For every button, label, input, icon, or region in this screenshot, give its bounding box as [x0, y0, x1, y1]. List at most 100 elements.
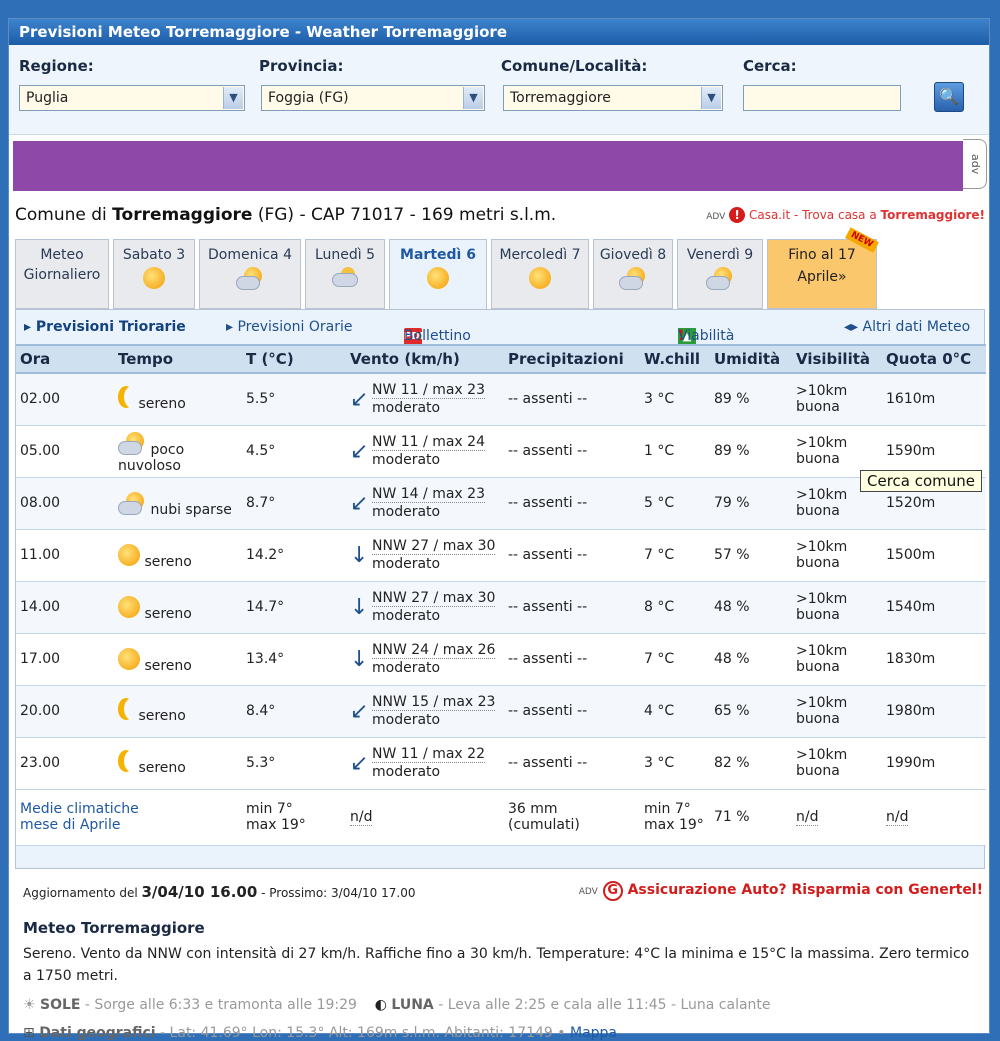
medie-prec: 36 mm (cumulati) — [504, 789, 640, 846]
link-previsioni-triorarie[interactable]: ▸ Previsioni Triorarie — [24, 319, 186, 335]
tab-fino-al-17[interactable]: NEW Fino al 17 Aprile» — [767, 227, 879, 309]
cell-prec: -- assenti -- — [504, 477, 640, 530]
widget-title: Previsioni Meteo Torremaggiore - Weather… — [9, 19, 989, 45]
tab-label: Venerdì 9 — [686, 247, 754, 263]
genertel-ad[interactable]: ADV G Assicurazione Auto? Risparmia con … — [579, 881, 983, 901]
search-button[interactable]: 🔍 — [934, 82, 964, 112]
medie-temp: min 7° max 19° — [242, 789, 346, 846]
viabilita-label: Viabilità — [678, 328, 735, 344]
tab-meteo-giornaliero[interactable]: Meteo Giornaliero — [15, 239, 109, 309]
tab-label: Giornaliero — [23, 267, 101, 283]
cell-visibilita: >10km buona — [792, 529, 882, 582]
cell-quota: 1830m — [882, 633, 986, 686]
day-tabs: Meteo Giornaliero Sabato 3 Domenica 4 Lu… — [15, 227, 985, 311]
tempo-text: sereno — [144, 554, 192, 570]
vis-distance: >10km — [796, 591, 848, 607]
tab-sabato[interactable]: Sabato 3 — [113, 239, 195, 309]
wind-speed: NNW 27 / max 30 — [372, 590, 496, 607]
update-info: Aggiornamento del 3/04/10 16.00 - Prossi… — [23, 883, 416, 901]
cell-wchill: 3 °C — [640, 373, 710, 426]
cell-vento: ↓ NNW 27 / max 30 moderato — [346, 581, 504, 634]
tab-domenica[interactable]: Domenica 4 — [199, 239, 301, 309]
vis-quality: buona — [796, 711, 840, 727]
cell-tempo: sereno — [114, 737, 242, 790]
cell-quota: 1540m — [882, 581, 986, 634]
wind-speed: NNW 27 / max 30 — [372, 538, 496, 555]
col-visibilita: Visibilità — [792, 344, 882, 374]
tab-label: Sabato 3 — [122, 247, 186, 263]
wind-speed: NW 14 / max 23 — [372, 486, 485, 503]
search-input[interactable] — [743, 85, 901, 111]
tab-venerdi[interactable]: Venerdì 9 — [677, 239, 763, 309]
chevron-down-icon[interactable]: ▼ — [701, 87, 721, 109]
comune-header: Comune di Torremaggiore (FG) - CAP 71017… — [15, 205, 556, 225]
provincia-value: Foggia (FG) — [268, 90, 349, 106]
link-altri-dati[interactable]: ◂▸ Altri dati Meteo — [844, 319, 970, 335]
vis-distance: >10km — [796, 643, 848, 659]
partly-cloudy-icon — [706, 267, 734, 290]
regione-select[interactable]: Puglia ▼ — [19, 85, 245, 111]
cell-wchill: 7 °C — [640, 633, 710, 686]
cell-visibilita: >10km buona — [792, 685, 882, 738]
cell-visibilita: >10km buona — [792, 373, 882, 426]
wind-desc: moderato — [372, 504, 441, 520]
link-previsioni-orarie[interactable]: ▸ Previsioni Orarie — [226, 319, 353, 335]
vis-distance: >10km — [796, 695, 848, 711]
medie-link[interactable]: Medie climatiche — [20, 801, 139, 817]
provincia-select[interactable]: Foggia (FG) ▼ — [261, 85, 485, 111]
mappa-link[interactable]: Mappa — [570, 1025, 617, 1041]
wind-arrow-icon: ↓ — [350, 542, 369, 568]
cell-ora: 17.00 — [16, 633, 114, 686]
col-precipitazioni: Precipitazioni — [504, 344, 640, 374]
adv-label: ADV — [578, 887, 598, 897]
ad-banner[interactable] — [13, 141, 963, 191]
medie-link-month[interactable]: mese di Aprile — [20, 817, 120, 833]
vis-distance: >10km — [796, 747, 848, 763]
cell-ora: 02.00 — [16, 373, 114, 426]
medie-quota: n/d — [882, 789, 986, 846]
tab-mercoledi[interactable]: Mercoledì 7 — [491, 239, 589, 309]
cell-umidita: 48 % — [710, 581, 792, 634]
chevron-down-icon[interactable]: ▼ — [223, 87, 243, 109]
cell-umidita: 89 % — [710, 373, 792, 426]
ad-tab[interactable]: adv — [963, 139, 987, 189]
forecast-panel: ▸ Previsioni Triorarie ▸ Previsioni Orar… — [15, 309, 986, 869]
partly-cloudy-icon — [118, 492, 146, 515]
wind-arrow-icon: ↙ — [350, 386, 369, 412]
medie-label[interactable]: Medie climatiche mese di Aprile — [16, 789, 242, 846]
table-row: 23.00 sereno 5.3° ↙ NW 11 / max 22 moderat… — [16, 737, 986, 790]
table-row: 14.00 sereno 14.7° ↓ NNW 27 / max 30 moder… — [16, 581, 986, 634]
chevron-down-icon[interactable]: ▼ — [463, 87, 483, 109]
vis-quality: buona — [796, 607, 840, 623]
moon-icon — [118, 386, 134, 408]
vis-quality: buona — [796, 555, 840, 571]
table-row: 08.00 nubi sparse 8.7° ↙ NW 14 / max 23 mo… — [16, 477, 986, 530]
sun-moon-line: ☀ SOLE - Sorge alle 6:33 e tramonta alle… — [23, 997, 771, 1013]
cell-tempo: sereno — [114, 685, 242, 738]
tab-martedi[interactable]: Martedì 6 — [389, 239, 487, 311]
medie-climatiche-row: Medie climatiche mese di Aprile min 7° max… — [16, 789, 986, 846]
cell-temp: 14.2° — [242, 529, 346, 582]
cell-ora: 05.00 — [16, 425, 114, 478]
wind-desc: moderato — [372, 660, 441, 676]
cell-prec: -- assenti -- — [504, 425, 640, 478]
wind-arrow-icon: ↓ — [350, 594, 369, 620]
table-row: 11.00 sereno 14.2° ↓ NNW 27 / max 30 moder… — [16, 529, 986, 582]
col-vento: Vento (km/h) — [346, 344, 504, 374]
cell-temp: 8.7° — [242, 477, 346, 530]
tab-lunedi[interactable]: Lunedì 5 — [305, 239, 385, 309]
vis-quality: buona — [796, 503, 840, 519]
tab-label: Lunedì 5 — [314, 247, 376, 263]
comune-select[interactable]: Torremaggiore ▼ — [503, 85, 723, 111]
casa-ad[interactable]: ADV ! Casa.it - Trova casa a Torremaggio… — [706, 207, 985, 223]
moon-phase-icon: ◐ — [374, 997, 387, 1013]
adv-label: ADV — [706, 212, 726, 222]
casa-ad-text: Casa.it - Trova casa a — [748, 208, 881, 222]
cell-tempo: nubi sparse — [114, 477, 242, 530]
tempo-text: sereno — [138, 760, 186, 776]
wind-arrow-icon: ↙ — [350, 438, 369, 464]
expand-icon[interactable]: ⊞ — [23, 1025, 35, 1041]
tab-giovedi[interactable]: Giovedì 8 — [593, 239, 673, 309]
meteo-summary-title: Meteo Torremaggiore — [23, 919, 205, 937]
comune-value: Torremaggiore — [510, 90, 611, 106]
